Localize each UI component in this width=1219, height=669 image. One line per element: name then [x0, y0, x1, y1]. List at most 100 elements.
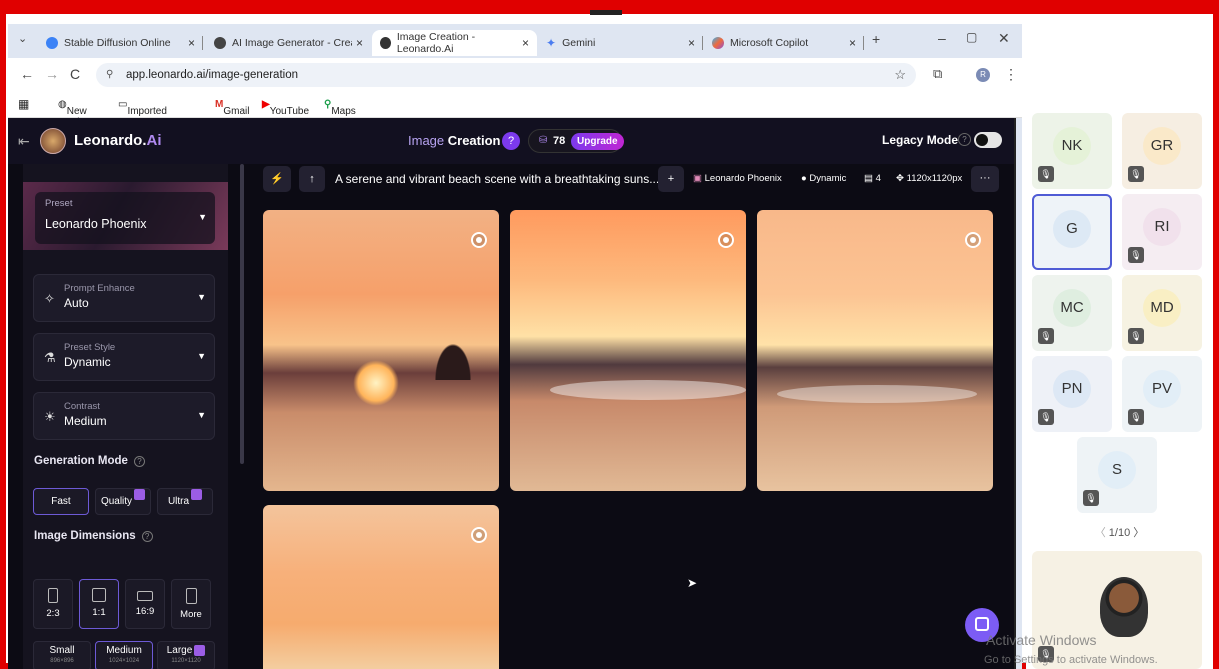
close-icon[interactable]: × [188, 36, 195, 50]
window-close-icon[interactable]: ✕ [998, 30, 1010, 47]
restore-icon[interactable]: ▢ [966, 30, 977, 44]
mode-fast-button[interactable]: Fast [33, 488, 89, 515]
preset-style-dropdown[interactable]: ⚗ Preset Style Dynamic ▼ [33, 333, 215, 381]
ratio-2-3-button[interactable]: 2:3 [33, 579, 73, 629]
participant-avatar: MC [1053, 289, 1091, 327]
brand-name[interactable]: Leonardo.Ai [74, 132, 162, 149]
profile-avatar[interactable]: R [976, 68, 990, 82]
next-page-icon[interactable]: 〉 [1133, 527, 1144, 539]
participant-avatar: GR [1143, 127, 1181, 165]
close-icon[interactable]: × [688, 36, 695, 50]
magic-wand-icon[interactable]: ⚡ [263, 166, 291, 192]
bookmarks-bar: ▦ ◍ New Tab ▭ Imported From IE M Gmail ▶… [8, 92, 1022, 128]
contrast-dropdown[interactable]: ☀ Contrast Medium ▼ [33, 392, 215, 440]
tab-label: Stable Diffusion Online [64, 37, 171, 49]
site-info-icon[interactable]: ⚲ [106, 63, 113, 87]
tab-gemini[interactable]: ✦ Gemini × [538, 30, 703, 56]
size-medium-button[interactable]: Medium 1024×1024 [95, 641, 153, 669]
url-field[interactable]: ⚲ app.leonardo.ai/image-generation ☆ [96, 63, 916, 87]
minimize-icon[interactable]: – [938, 30, 946, 46]
site-icon [214, 37, 226, 49]
participant-tile[interactable]: G [1032, 194, 1112, 270]
prompt-style[interactable]: ● Dynamic [801, 173, 846, 184]
menu-icon[interactable]: ⋮ [1004, 66, 1018, 83]
size-small-button[interactable]: Small 896×896 [33, 641, 91, 669]
sidebar-scrollbar[interactable] [240, 164, 244, 464]
bookmark-maps[interactable]: ⚲ Maps [324, 99, 356, 117]
apps-grid-icon[interactable]: ▦ [18, 97, 29, 111]
mode-ultra-button[interactable]: Ultra [157, 488, 213, 515]
more-options-button[interactable]: ··· [971, 166, 999, 192]
generated-image-3[interactable] [757, 210, 993, 491]
new-tab-button[interactable]: + [872, 31, 880, 47]
prompt-size[interactable]: ✥ 1120x1120px [896, 173, 962, 184]
eye-icon[interactable] [718, 232, 734, 248]
participant-tile[interactable]: MD 🎙 [1122, 275, 1202, 351]
prompt-text[interactable]: A serene and vibrant beach scene with a … [335, 172, 659, 186]
prompt-enhance-dropdown[interactable]: ✧ Prompt Enhance Auto ▼ [33, 274, 215, 322]
legacy-help-icon[interactable]: ? [958, 133, 971, 146]
mic-off-icon: 🎙 [1038, 166, 1054, 182]
tab-leonardo[interactable]: Image Creation - Leonardo.Ai × [372, 30, 537, 56]
legacy-mode-toggle[interactable] [974, 132, 1002, 148]
palm-silhouette [413, 300, 493, 380]
self-view-tile[interactable]: 🎙 [1032, 551, 1202, 669]
premium-icon [191, 489, 203, 500]
bookmark-star-icon[interactable]: ☆ [894, 63, 906, 87]
participant-tile[interactable]: RI 🎙 [1122, 194, 1202, 270]
participant-tile[interactable]: PV 🎙 [1122, 356, 1202, 432]
eye-icon[interactable] [471, 527, 487, 543]
upload-arrow-icon[interactable]: ↑ [299, 166, 325, 192]
close-icon[interactable]: × [849, 36, 856, 50]
dropdown-label: Preset Style [64, 342, 116, 353]
meeting-panel: NK 🎙 GR 🎙 G RI 🎙 MC 🎙 MD 🎙 PN 🎙 PV 🎙 S 🎙 〈 1/10 … [1026, 24, 1213, 669]
tab-label: Image Creation - Leonardo.Ai [396, 31, 476, 55]
upgrade-button[interactable]: Upgrade [571, 133, 624, 150]
ratio-16-9-button[interactable]: 16:9 [125, 579, 165, 629]
size-large-button[interactable]: Large 1120×1120 [157, 641, 215, 669]
participant-tile[interactable]: S 🎙 [1077, 437, 1157, 513]
back-icon[interactable]: ← [20, 66, 34, 82]
ratio-1-1-button[interactable]: 1:1 [79, 579, 119, 629]
tab-ai-image-generator[interactable]: AI Image Generator - Create A × [206, 30, 371, 56]
tab-search-icon[interactable]: ⌄ [18, 32, 27, 45]
participant-tile[interactable]: GR 🎙 [1122, 113, 1202, 189]
token-counter[interactable]: ⛁ 78 Upgrade [528, 129, 624, 153]
bookmark-imported[interactable]: ▭ Imported From IE [118, 99, 167, 128]
dropdown-value: Auto [64, 296, 89, 310]
close-icon[interactable]: × [522, 36, 529, 50]
help-icon: ? [141, 531, 153, 542]
participant-tile[interactable]: MC 🎙 [1032, 275, 1112, 351]
page-scrollbar[interactable] [1014, 118, 1016, 669]
generated-image-1[interactable] [263, 210, 499, 491]
bookmark-gmail[interactable]: M Gmail [215, 99, 249, 117]
participant-tile[interactable]: PN 🎙 [1032, 356, 1112, 432]
leonardo-logo-icon [40, 128, 66, 154]
help-icon[interactable]: ? [502, 132, 520, 150]
forward-icon[interactable]: → [45, 66, 59, 82]
add-icon[interactable]: + [658, 166, 684, 192]
generated-image-4[interactable] [263, 505, 499, 669]
prompt-count[interactable]: ▤ 4 [864, 173, 881, 184]
bookmark-new-tab[interactable]: ◍ New Tab [58, 99, 87, 128]
tab-stable-diffusion[interactable]: Stable Diffusion Online × [38, 30, 203, 56]
collapse-sidebar-icon[interactable]: ⇤ [18, 133, 30, 150]
reload-icon[interactable]: C [70, 66, 80, 82]
mic-off-icon: 🎙 [1038, 328, 1054, 344]
eye-icon[interactable] [965, 232, 981, 248]
preset-card[interactable]: Preset Leonardo Phoenix ▼ [23, 182, 228, 250]
close-icon[interactable]: × [356, 36, 363, 50]
extensions-icon[interactable]: ⧉ [933, 66, 942, 82]
prev-page-icon[interactable]: 〈 [1095, 527, 1106, 539]
bookmark-youtube[interactable]: ▶ YouTube [262, 99, 309, 117]
tab-copilot[interactable]: Microsoft Copilot × [704, 30, 864, 56]
participant-pagination[interactable]: 〈 1/10 〉 [1026, 524, 1213, 540]
ratio-more-button[interactable]: More [171, 579, 211, 629]
eye-icon[interactable] [471, 232, 487, 248]
mode-quality-button[interactable]: Quality [95, 488, 151, 515]
sun-shape [353, 360, 399, 406]
participant-tile[interactable]: NK 🎙 [1032, 113, 1112, 189]
prompt-model[interactable]: ▣ Leonardo Phoenix [693, 173, 782, 184]
generated-image-2[interactable] [510, 210, 746, 491]
tab-bar: ⌄ Stable Diffusion Online × AI Image Gen… [8, 24, 1022, 58]
